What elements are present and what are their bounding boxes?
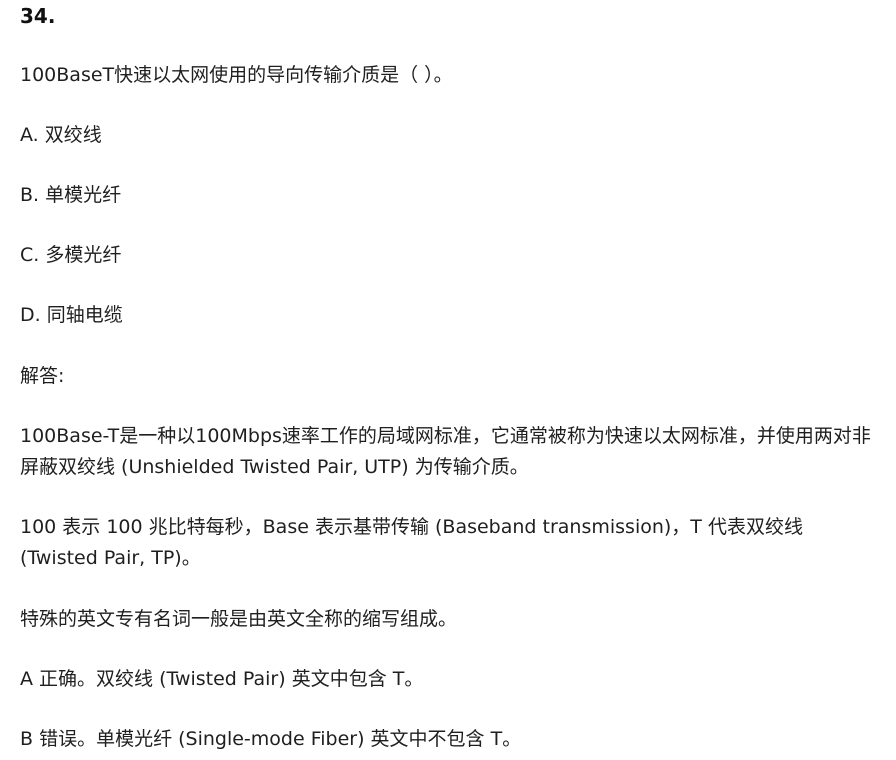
answer-paragraph-3: 特殊的英文专有名词一般是由英文全称的缩写组成。 (20, 608, 458, 630)
option-c: C. 多模光纤 (20, 244, 122, 266)
question-number: 34. (20, 4, 56, 28)
answer-paragraph-1: 100Base-T是一种以100Mbps速率工作的局域网标准，它通常被称为快速以… (20, 425, 871, 478)
answer-paragraph-2: 100 表示 100 兆比特每秒，Base 表示基带传输 (Baseband t… (20, 516, 803, 569)
option-b: B. 单模光纤 (20, 184, 122, 206)
option-a: A. 双绞线 (20, 124, 102, 146)
answer-heading: 解答: (20, 365, 65, 387)
question-stem: 100BaseT快速以太网使用的导向传输介质是（ ）。 (20, 64, 453, 86)
option-d: D. 同轴电缆 (20, 304, 123, 326)
answer-paragraph-4: A 正确。双绞线 (Twisted Pair) 英文中包含 T。 (20, 668, 424, 690)
answer-paragraph-5: B 错误。单模光纤 (Single-mode Fiber) 英文中不包含 T。 (20, 728, 522, 750)
